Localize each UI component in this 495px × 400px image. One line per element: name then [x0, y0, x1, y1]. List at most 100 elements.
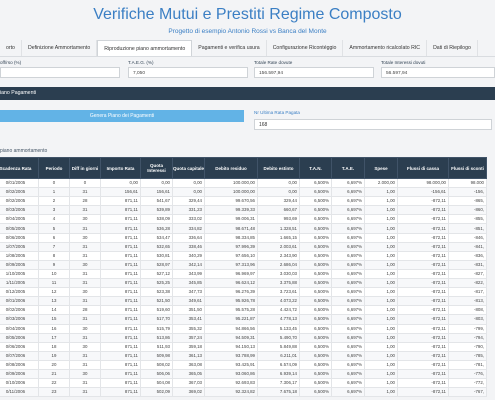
- table-cell: 4: [38, 214, 70, 225]
- col-header-flussi-sconti[interactable]: Flussi di sconti: [448, 157, 487, 179]
- table-cell: 0/05/2006: [0, 332, 39, 343]
- table-row: 0/01/2006 13 31 871,11 521,50 349,61 95.926,78…: [0, 296, 487, 307]
- table-cell: -156,: [448, 187, 487, 198]
- table-row: 0/04/2005 4 30 871,11 538,09 333,02 99.006,31 9…: [0, 214, 487, 225]
- table-cell: 28: [69, 196, 101, 207]
- table-cell: 31: [69, 223, 101, 234]
- table-cell: 1.665,15: [257, 232, 300, 243]
- table-cell: 0,00: [172, 177, 205, 189]
- table-cell: 871,11: [100, 378, 141, 389]
- table-cell: 31: [69, 314, 101, 325]
- table-cell: 530,81: [140, 250, 173, 261]
- table-cell: 1,00: [364, 196, 398, 207]
- field-value[interactable]: 156.597,94: [254, 67, 374, 78]
- table-cell: -836,: [448, 250, 487, 261]
- table-cell: 0,00: [100, 177, 141, 189]
- table-cell: 96.624,12: [204, 278, 258, 289]
- table-cell: -872,11: [397, 323, 449, 334]
- col-header-diff-giorni[interactable]: Diff in giorni: [69, 157, 101, 179]
- table-cell: -817,: [448, 287, 487, 298]
- table-cell: 31: [69, 250, 101, 261]
- col-header-quota-capitale[interactable]: Quota capitale: [172, 157, 205, 179]
- table-cell: 6,697%: [331, 187, 365, 198]
- table-cell: 0/09/2006: [0, 368, 39, 380]
- table-cell: 6,500%: [299, 359, 332, 370]
- col-header-spese[interactable]: Spese: [364, 157, 398, 179]
- col-header-periodo[interactable]: Periodo: [38, 157, 70, 179]
- table-cell: 95.926,78: [204, 296, 258, 307]
- table-cell: 6,500%: [299, 368, 332, 380]
- table-cell: 6,697%: [331, 268, 365, 280]
- table-cell: 23: [38, 387, 70, 398]
- table-cell: 349,61: [172, 296, 205, 307]
- table-cell: 1,00: [364, 205, 398, 216]
- tab-configurazione-riconteggio[interactable]: Configurazione Ricontéggio: [267, 40, 344, 56]
- table-cell: -872,11: [397, 287, 449, 298]
- col-header-quota-interessi[interactable]: Quota Interessi: [140, 157, 173, 179]
- table-cell: -772,: [448, 378, 487, 389]
- table-cell: 30: [69, 323, 101, 334]
- table-cell: -872,11: [397, 341, 449, 352]
- col-header-debito-estinto[interactable]: Debito estinto: [257, 157, 300, 179]
- table-cell: 6,500%: [299, 187, 332, 198]
- table-cell: -872,11: [397, 278, 449, 289]
- field-value[interactable]: 7,050: [128, 67, 248, 78]
- table-cell: 5.849,88: [257, 341, 300, 352]
- table-cell: -855,: [448, 214, 487, 225]
- table-cell: 9: [38, 259, 70, 270]
- table-cell: 93.788,99: [204, 350, 258, 361]
- table-cell: 343,99: [172, 268, 205, 280]
- table-row: 0/02/2006 14 28 871,11 519,60 351,50 95.575,28…: [0, 305, 487, 316]
- table-cell: -860,: [448, 205, 487, 216]
- table-row: 0/05/2006 17 31 871,11 513,86 357,24 94.509,31…: [0, 332, 487, 343]
- table-cell: 1/11/2005: [0, 278, 39, 289]
- table-cell: 31: [69, 187, 101, 198]
- field-totale-interessi: Totale Interessi dovuti 56.597,94: [381, 60, 495, 78]
- col-header-tae[interactable]: T.A.E.: [331, 157, 365, 179]
- table-cell: 351,50: [172, 305, 205, 316]
- table-row: 0/08/2006 20 31 871,11 508,02 363,08 93.425,91…: [0, 359, 487, 370]
- table-cell: 0/12/2005: [0, 287, 39, 298]
- col-header-scadenza[interactable]: Scadenza Rata: [0, 157, 39, 179]
- table-cell: 6,500%: [299, 387, 332, 398]
- col-header-flussi-cassa[interactable]: Flussi di cassa: [397, 157, 449, 179]
- tab-definizione-ammortamento[interactable]: Definizione Ammortamento: [22, 40, 98, 56]
- field-label: Totale Interessi dovuti: [381, 60, 426, 65]
- table-cell: -872,11: [397, 223, 449, 234]
- generate-plan-button[interactable]: Genera Piano dei Pagamenti: [0, 110, 244, 122]
- tab-dati-riepilogo[interactable]: Dati di Riepilogo: [427, 40, 478, 56]
- table-cell: 156,61: [100, 187, 141, 198]
- table-cell: 359,18: [172, 341, 205, 352]
- field-value[interactable]: [0, 67, 120, 78]
- table-cell: -872,11: [397, 259, 449, 270]
- page-title: Verifiche Mutui e Prestiti Regime Compos…: [93, 6, 402, 23]
- table-cell: 98.334,85: [204, 232, 258, 243]
- table-cell: 1,00: [364, 241, 398, 252]
- last-rata-input[interactable]: 168: [254, 119, 492, 130]
- table-row: 0/11/2006 23 31 871,11 502,09 369,02 92.324,82…: [0, 387, 487, 398]
- col-header-importo-rata[interactable]: Importo Rata: [100, 157, 141, 179]
- table-row: 0/12/2005 12 30 871,11 523,38 347,73 96.276,39…: [0, 287, 487, 298]
- table-cell: 0/11/2006: [0, 387, 39, 398]
- col-header-tan[interactable]: T.A.N.: [299, 157, 332, 179]
- table-cell: 6,697%: [331, 387, 365, 398]
- table-cell: -872,11: [397, 268, 449, 280]
- table-cell: 31: [69, 332, 101, 343]
- col-header-debito-residuo[interactable]: Debito residuo: [204, 157, 258, 179]
- table-cell: 6,697%: [331, 205, 365, 216]
- tab-ammortamento-ricalcolato[interactable]: Ammortamento ricalcolato RIC: [343, 40, 428, 56]
- table-cell: 0,00: [172, 187, 205, 198]
- tab-riepilogo-start[interactable]: orto: [0, 40, 22, 56]
- table-cell: 345,85: [172, 278, 205, 289]
- field-value[interactable]: 56.597,94: [381, 67, 495, 78]
- table-cell: 871,11: [100, 214, 141, 225]
- tab-riproduzione-piano[interactable]: Riproduzione piano ammortamento: [97, 40, 193, 56]
- table-cell: 31: [69, 387, 101, 398]
- table-cell: 0,00: [140, 177, 173, 189]
- table-cell: 367,03: [172, 378, 205, 389]
- tab-pagamenti-usura[interactable]: Pagamenti e verifica usura: [192, 40, 267, 56]
- table-cell: 95.221,87: [204, 314, 258, 325]
- table-cell: 504,08: [140, 378, 173, 389]
- table-cell: 871,11: [100, 332, 141, 343]
- table-cell: 525,25: [140, 278, 173, 289]
